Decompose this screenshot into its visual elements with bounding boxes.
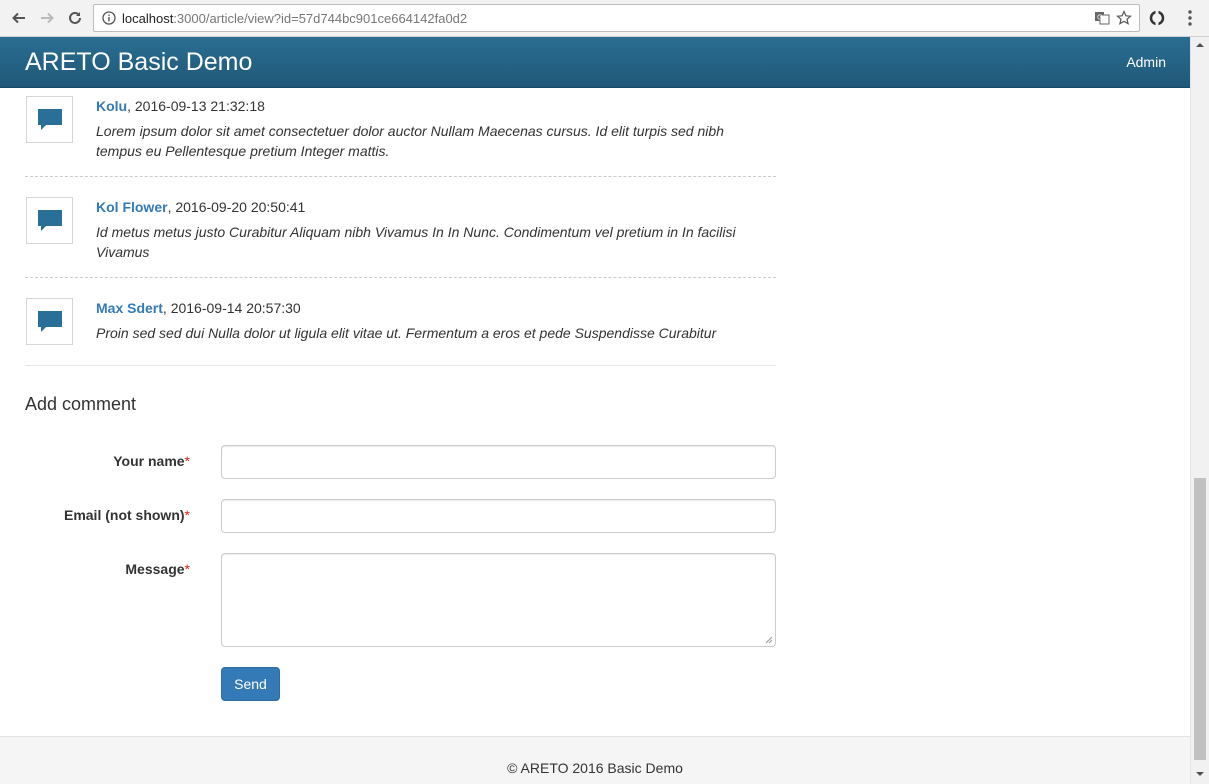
resize-grip-icon[interactable] <box>765 636 773 644</box>
comment-bubble-icon <box>26 197 73 244</box>
brand-link[interactable]: ARETO Basic Demo <box>25 48 252 77</box>
translate-icon[interactable]: G <box>1094 10 1110 26</box>
menu-dots-icon[interactable] <box>1183 9 1197 27</box>
extension-sync-icon[interactable] <box>1148 9 1166 27</box>
vertical-scrollbar[interactable] <box>1190 37 1209 784</box>
name-label: Your name* <box>113 453 190 469</box>
scroll-down-arrow-icon[interactable] <box>1195 770 1205 778</box>
comment-date: , 2016-09-20 20:50:41 <box>167 199 306 215</box>
top-navbar: ARETO Basic Demo Admin <box>0 37 1190 88</box>
comment-date: , 2016-09-13 21:32:18 <box>127 98 265 114</box>
email-field[interactable] <box>221 499 776 533</box>
comment-text: Id metus metus justo Curabitur Aliquam n… <box>96 224 736 260</box>
email-label: Email (not shown)* <box>63 507 190 523</box>
back-arrow-icon[interactable] <box>10 9 28 27</box>
comment-item: Kolu, 2016-09-13 21:32:18 Lorem ipsum do… <box>25 88 776 177</box>
footer-copyright: © ARETO 2016 Basic Demo <box>507 760 683 776</box>
comment-author-link[interactable]: Max Sdert <box>96 300 163 316</box>
comment-date: , 2016-09-14 20:57:30 <box>162 300 301 316</box>
comment-bubble-icon <box>26 298 73 345</box>
add-comment-heading: Add comment <box>25 394 137 414</box>
reload-icon[interactable] <box>66 9 84 27</box>
send-button[interactable]: Send <box>221 667 280 701</box>
info-icon[interactable] <box>102 11 116 25</box>
bookmark-star-icon[interactable] <box>1116 10 1132 26</box>
comment-item: Kol Flower, 2016-09-20 20:50:41 Id metus… <box>25 177 776 278</box>
comment-text: Lorem ipsum dolor sit amet consectetuer … <box>96 123 724 159</box>
message-label: Message* <box>125 561 190 577</box>
comment-text: Proin sed sed dui Nulla dolor ut ligula … <box>96 325 717 341</box>
page-footer: © ARETO 2016 Basic Demo <box>0 736 1190 784</box>
comment-list: Kolu, 2016-09-13 21:32:18 Lorem ipsum do… <box>25 88 776 366</box>
comment-author-link[interactable]: Kolu <box>96 98 127 114</box>
address-bar[interactable]: localhost:3000/article/view?id=57d744bc9… <box>93 4 1140 32</box>
svg-text:G: G <box>1097 14 1102 22</box>
scroll-up-arrow-icon[interactable] <box>1195 41 1205 49</box>
scrollbar-thumb[interactable] <box>1194 478 1206 760</box>
comment-author-link[interactable]: Kol Flower <box>96 199 168 215</box>
comment-bubble-icon <box>26 96 73 143</box>
browser-toolbar: localhost:3000/article/view?id=57d744bc9… <box>0 0 1209 37</box>
comment-item: Max Sdert, 2016-09-14 20:57:30 Proin sed… <box>25 278 776 366</box>
message-textarea[interactable] <box>221 553 776 647</box>
admin-link[interactable]: Admin <box>1126 54 1166 70</box>
url-text: localhost:3000/article/view?id=57d744bc9… <box>122 11 468 26</box>
name-field[interactable] <box>221 445 776 479</box>
forward-arrow-icon[interactable] <box>38 9 56 27</box>
